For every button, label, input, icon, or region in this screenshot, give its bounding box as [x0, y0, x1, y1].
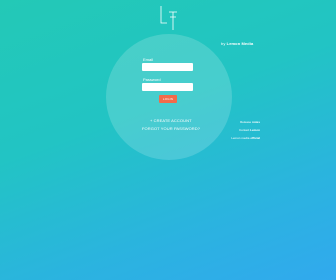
password-label: Password [143, 77, 161, 82]
email-label: Email [143, 57, 154, 62]
side-link-accent: Lemon [250, 128, 260, 132]
side-link-prefix: Lemon media [231, 136, 250, 140]
side-link-prefix: Release [240, 120, 252, 124]
email-input[interactable] [142, 63, 193, 71]
side-link-accent: official [250, 136, 260, 140]
brand-logo-icon [158, 5, 180, 31]
by-line: by Lemon Media [221, 41, 253, 46]
forgot-password-link[interactable]: FORGOT YOUR PASSWORD? [142, 126, 200, 131]
by-line-brand[interactable]: Lemon Media [227, 41, 254, 46]
login-button[interactable]: LOGIN [159, 95, 177, 103]
password-input[interactable] [142, 83, 193, 91]
side-links: Release notes Contact Lemon Lemon media … [231, 118, 260, 142]
side-link-contact[interactable]: Contact Lemon [231, 126, 260, 134]
side-link-accent: notes [251, 120, 260, 124]
side-link-prefix: Contact [238, 128, 250, 132]
by-line-prefix: by [221, 41, 226, 46]
create-account-link[interactable]: + CREATE ACCOUNT [150, 118, 192, 123]
side-link-release-notes[interactable]: Release notes [231, 118, 260, 126]
side-link-official[interactable]: Lemon media official [231, 134, 260, 142]
